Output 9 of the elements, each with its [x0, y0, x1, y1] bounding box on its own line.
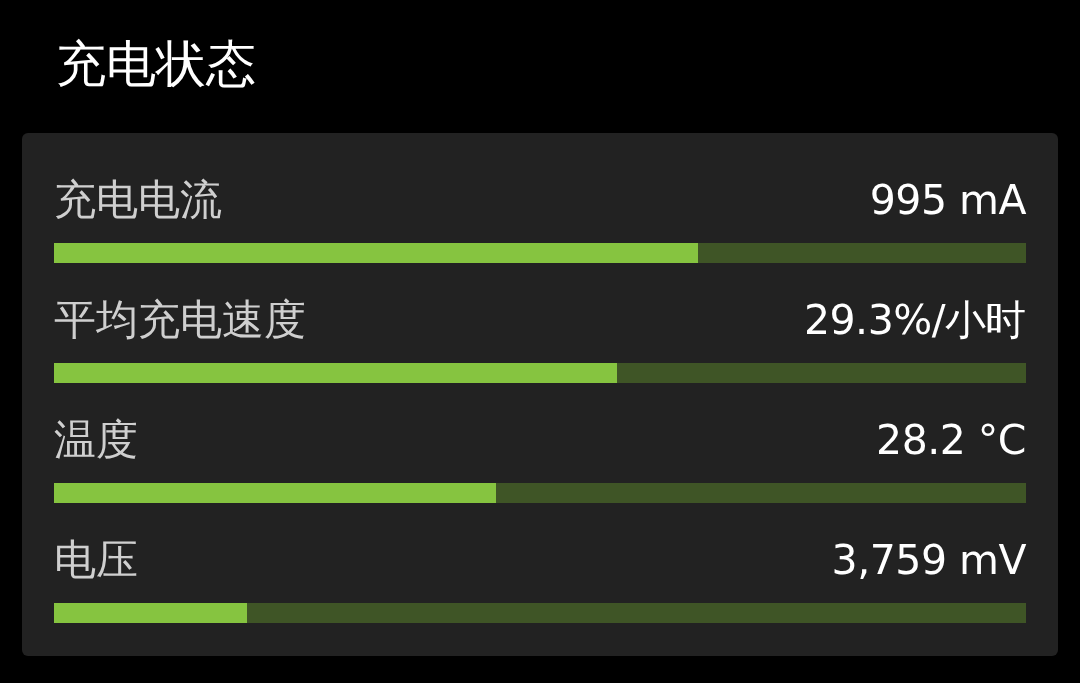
- metric-label: 平均充电速度: [54, 295, 306, 345]
- metric-label: 电压: [54, 535, 138, 585]
- metric-label: 充电电流: [54, 175, 222, 225]
- metric-value: 3,759 mV: [831, 535, 1026, 585]
- metric-label: 温度: [54, 415, 138, 465]
- metric-value: 995 mA: [869, 175, 1026, 225]
- metric-value: 29.3%/小时: [803, 295, 1026, 345]
- metric-value: 28.2 °C: [876, 415, 1026, 465]
- page-title: 充电状态: [56, 34, 256, 95]
